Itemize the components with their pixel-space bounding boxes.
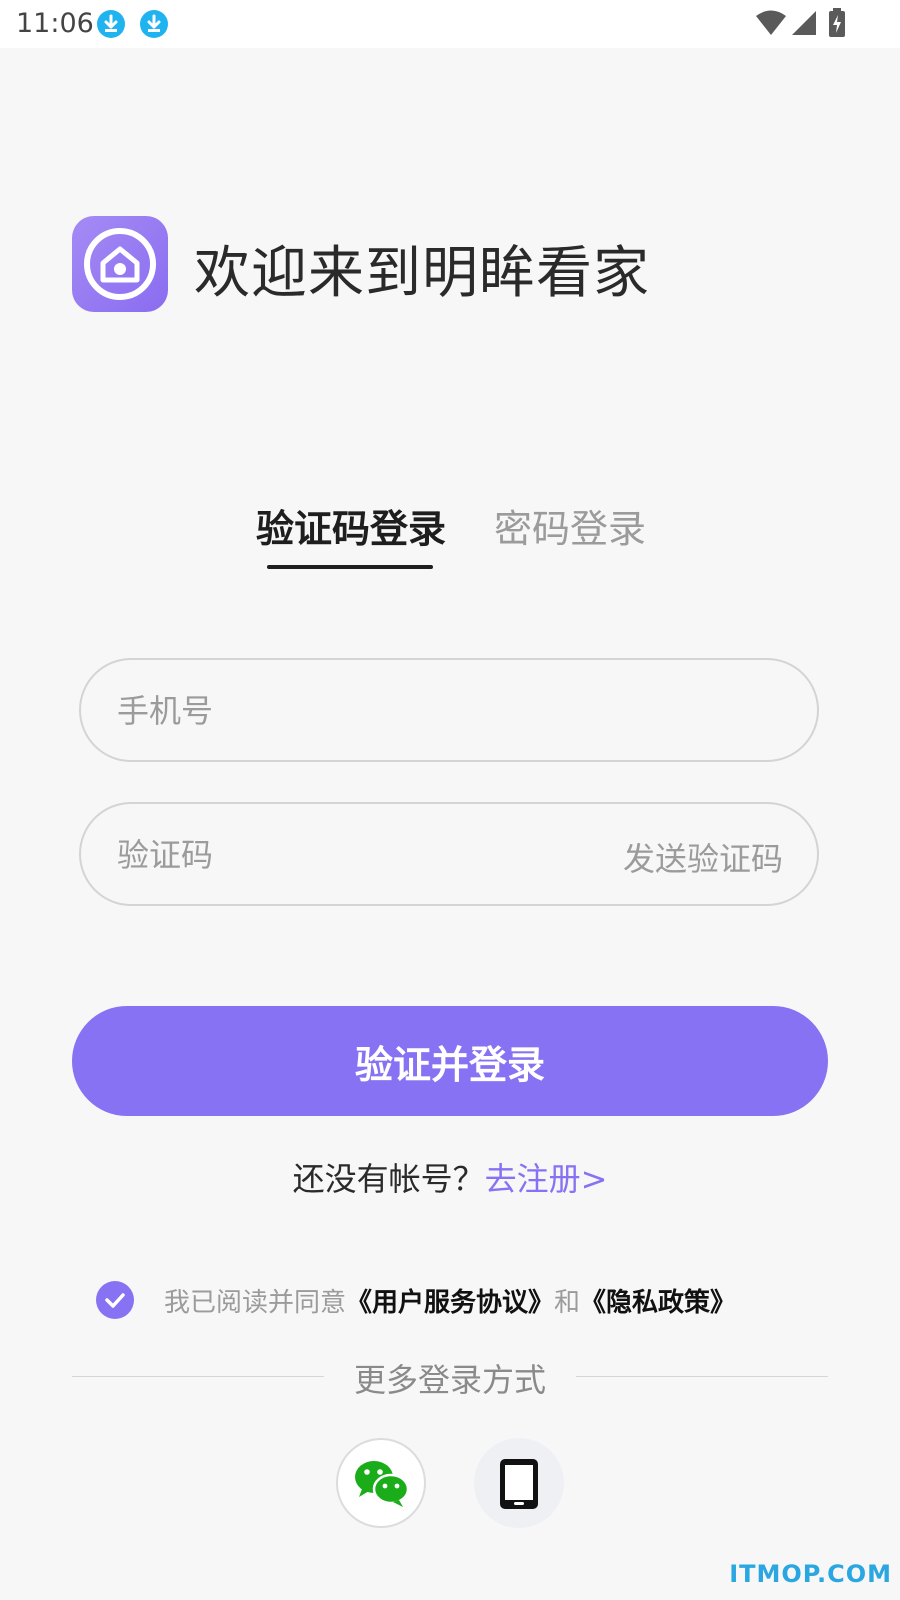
status-time: 11:06 xyxy=(16,8,94,39)
agreement-conjunction: 和 xyxy=(554,1288,581,1318)
download-icon xyxy=(140,10,168,38)
download-icon xyxy=(97,10,125,38)
home-camera-icon xyxy=(84,228,156,300)
device-login-button[interactable] xyxy=(474,1438,564,1528)
wechat-icon xyxy=(355,1461,410,1507)
wechat-login-button[interactable] xyxy=(336,1438,426,1528)
code-input[interactable] xyxy=(115,804,579,906)
agreement-checkbox[interactable] xyxy=(96,1281,134,1319)
tab-password-login[interactable]: 密码登录 xyxy=(494,498,646,553)
privacy-link[interactable]: 《隐私政策》 xyxy=(580,1288,736,1318)
divider-right xyxy=(576,1376,828,1377)
register-prompt: 还没有帐号？ xyxy=(292,1160,485,1198)
agreement-text: 我已阅读并同意《用户服务协议》和《隐私政策》 xyxy=(164,1282,736,1319)
agreement-prefix: 我已阅读并同意 xyxy=(164,1288,347,1318)
more-login-label: 更多登录方式 xyxy=(353,1361,546,1399)
wifi-icon xyxy=(756,10,786,40)
verify-login-button[interactable]: 验证并登录 xyxy=(72,1006,828,1116)
register-row: 还没有帐号？去注册> xyxy=(0,1154,900,1200)
phone-field xyxy=(79,658,819,762)
active-tab-indicator xyxy=(267,565,433,569)
tab-sms-login[interactable]: 验证码登录 xyxy=(256,498,446,553)
code-field: 发送验证码 xyxy=(79,802,819,906)
watermark: ITMOP.COM xyxy=(729,1560,892,1588)
signal-icon xyxy=(790,10,816,40)
status-bar: 11:06 xyxy=(0,0,900,48)
terms-link[interactable]: 《用户服务协议》 xyxy=(346,1288,554,1318)
register-link[interactable]: 去注册> xyxy=(485,1160,608,1198)
tablet-icon xyxy=(500,1459,538,1509)
check-icon xyxy=(105,1293,125,1308)
phone-input[interactable] xyxy=(115,660,579,762)
battery-charging-icon xyxy=(828,8,846,42)
page-title: 欢迎来到明眸看家 xyxy=(194,241,650,306)
send-code-button[interactable]: 发送验证码 xyxy=(623,834,783,880)
app-logo xyxy=(72,216,168,312)
